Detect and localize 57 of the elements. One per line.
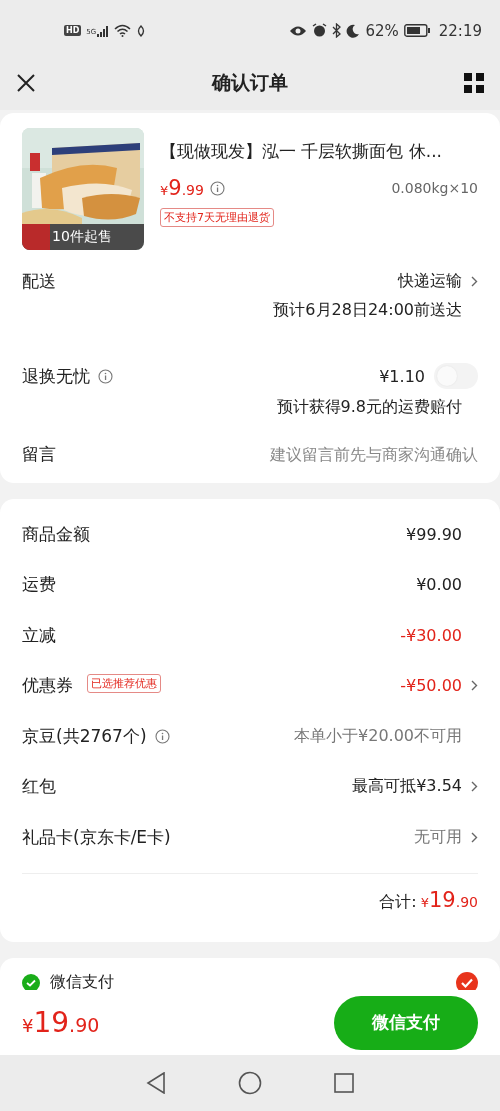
chevron-right-icon[interactable] [471, 781, 478, 793]
wifi-icon [114, 24, 132, 37]
summary-value: ¥0.00 [416, 575, 462, 595]
summary-label: 红包 [22, 775, 56, 799]
info-icon[interactable] [98, 368, 113, 384]
quantity-text: 0.080kg×10 [391, 180, 478, 196]
chevron-right-icon[interactable] [471, 275, 478, 287]
summary-label: 优惠券 [22, 674, 73, 698]
summary-value: -¥30.00 [400, 625, 462, 645]
info-icon[interactable] [154, 728, 170, 744]
summary-label: 商品金额 [22, 522, 90, 546]
product-price: ¥9.99 [160, 176, 204, 200]
coupon-tag: 已选推荐优惠 [87, 674, 161, 694]
summary-value[interactable]: -¥50.00 [400, 676, 462, 696]
compensation-note: 预计获得9.8元的运费赔付 [276, 396, 462, 418]
battery-percent-text: 62% [365, 21, 399, 40]
delivery-label: 配送 [22, 269, 56, 293]
clock-text: 22:19 [438, 21, 482, 40]
back-icon[interactable] [146, 1072, 166, 1094]
summary-value[interactable]: 无可用 [414, 826, 462, 848]
total-label: 合计: [379, 891, 417, 913]
payable-amount: ¥19.90 [22, 1006, 100, 1039]
insurance-price: ¥1.10 [379, 366, 425, 386]
bluetooth-icon [332, 23, 342, 38]
selected-check[interactable] [456, 971, 478, 990]
summary-value: ¥99.90 [406, 524, 462, 544]
summary-value[interactable]: 最高可抵¥3.54 [352, 776, 462, 798]
close-icon[interactable] [16, 72, 36, 93]
delivery-estimate: 预计6月28日24:00前送达 [273, 299, 462, 321]
battery-icon [403, 24, 430, 37]
home-icon[interactable] [238, 1071, 262, 1095]
delivery-method[interactable]: 快递运输 [398, 270, 462, 292]
return-policy-tag: 不支持7天无理由退货 [160, 208, 274, 227]
info-icon[interactable] [209, 180, 225, 196]
summary-value: 本单小于¥20.00不可用 [294, 725, 462, 747]
grid-menu-icon[interactable] [464, 72, 484, 93]
leaf-icon [136, 24, 147, 37]
minimum-order-text: 10件起售 [52, 228, 112, 246]
summary-label: 运费 [22, 573, 56, 597]
chevron-right-icon[interactable] [471, 831, 478, 843]
summary-label: 礼品卡(京东卡/E卡) [22, 825, 171, 849]
payment-method-label[interactable]: 微信支付 [50, 972, 114, 990]
message-field[interactable]: 建议留言前先与商家沟通确认 [218, 444, 478, 464]
return-insurance-label: 退换无忧 [22, 364, 90, 388]
summary-label: 京豆(共2767个) [22, 724, 147, 748]
chevron-right-icon[interactable] [471, 680, 478, 692]
message-label: 留言 [22, 442, 56, 466]
hd-badge: HD [64, 25, 82, 36]
eye-icon [289, 24, 308, 37]
moon-icon [346, 23, 361, 38]
page-title: 确认订单 [212, 69, 288, 95]
total-price: ¥19.90 [420, 887, 478, 912]
product-title[interactable]: 【现做现发】泓一 千层软撕面包 休... [160, 140, 478, 163]
summary-label: 立减 [22, 623, 56, 647]
alarm-icon [312, 23, 328, 38]
recent-apps-icon[interactable] [334, 1073, 354, 1093]
signal-icon [97, 24, 110, 37]
